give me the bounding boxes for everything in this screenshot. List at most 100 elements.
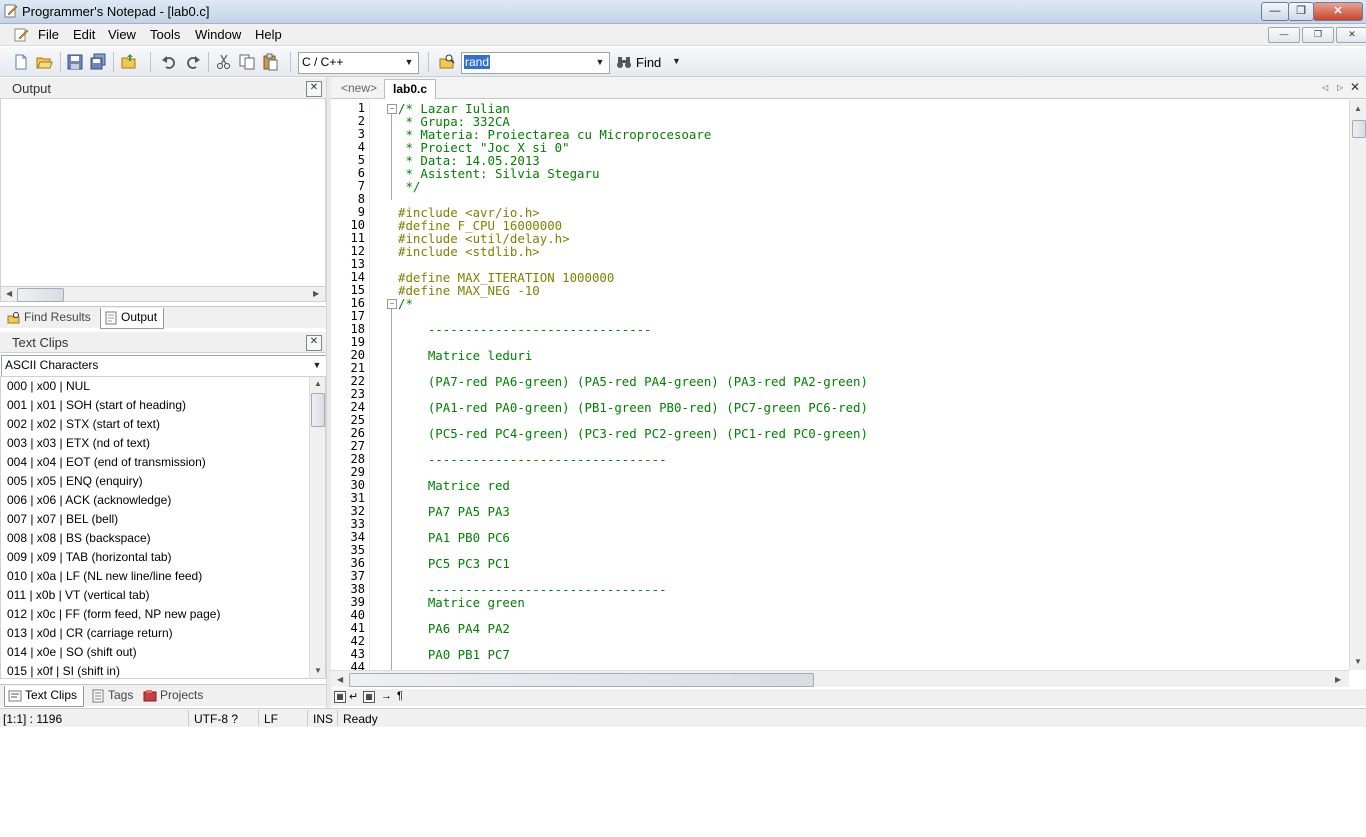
menu-view[interactable]: View: [108, 27, 136, 42]
output-content[interactable]: [0, 99, 326, 286]
menu-help[interactable]: Help: [255, 27, 282, 42]
list-item[interactable]: 001 | x01 | SOH (start of heading): [7, 398, 186, 412]
list-item[interactable]: 012 | x0c | FF (form feed, NP new page): [7, 607, 220, 621]
tab-scroll-left-icon[interactable]: ◁: [1322, 83, 1328, 92]
list-item[interactable]: 006 | x06 | ACK (acknowledge): [7, 493, 171, 507]
code-line[interactable]: (PA7-red PA6-green) (PA5-red PA4-green) …: [398, 375, 868, 388]
copy-icon[interactable]: [238, 53, 256, 71]
search-combo[interactable]: rand ▼: [461, 52, 610, 74]
menu-file[interactable]: File: [38, 27, 59, 42]
tab-new-document[interactable]: <new>: [333, 79, 385, 98]
scheme-select[interactable]: C / C++ ▼: [298, 52, 419, 74]
list-item[interactable]: 013 | x0d | CR (carriage return): [7, 626, 173, 640]
list-item[interactable]: 008 | x08 | BS (backspace): [7, 531, 151, 545]
minimize-button[interactable]: —: [1261, 2, 1289, 21]
open-file-icon[interactable]: [35, 53, 53, 71]
list-item[interactable]: 007 | x07 | BEL (bell): [7, 512, 118, 526]
close-button[interactable]: ✕: [1313, 2, 1363, 21]
code-line[interactable]: */: [398, 180, 420, 193]
close-document-icon[interactable]: ✕: [1350, 80, 1360, 94]
fold-toggle-icon[interactable]: −: [387, 104, 397, 114]
status-encoding[interactable]: UTF-8 ?: [194, 712, 238, 726]
new-file-icon[interactable]: [12, 53, 30, 71]
code-line[interactable]: #define MAX_NEG -10: [398, 284, 540, 297]
menu-tools[interactable]: Tools: [150, 27, 180, 42]
list-item[interactable]: 014 | x0e | SO (shift out): [7, 645, 137, 659]
tab-projects[interactable]: Projects: [140, 686, 209, 706]
save-icon[interactable]: [66, 53, 84, 71]
editor-horizontal-scrollbar[interactable]: ◀ ▶: [331, 670, 1349, 687]
code-line[interactable]: Matrice green: [398, 596, 525, 609]
undo-icon[interactable]: [160, 53, 178, 71]
whitespace-icon[interactable]: →: [381, 690, 392, 702]
code-line[interactable]: --------------------------------: [398, 453, 667, 466]
indent-guides-icon[interactable]: ▦: [363, 691, 375, 703]
tab-lab0-c[interactable]: lab0.c: [384, 79, 437, 99]
list-item[interactable]: 005 | x05 | ENQ (enquiry): [7, 474, 143, 488]
code-line[interactable]: PA7 PA5 PA3: [398, 505, 510, 518]
list-item[interactable]: 011 | x0b | VT (vertical tab): [7, 588, 150, 602]
editor-vertical-scrollbar[interactable]: ▲ ▼: [1349, 100, 1366, 670]
scroll-down-icon[interactable]: ▼: [1354, 657, 1362, 666]
code-line[interactable]: /*: [398, 297, 413, 310]
code-editor[interactable]: − − 1 2 3 4 5 6 7 8 9 10 11 12 13 14 15 16 17 18 19 20 21 22 2…: [331, 100, 1349, 670]
list-item[interactable]: 010 | x0a | LF (NL new line/line feed): [7, 569, 202, 583]
output-panel-close-icon[interactable]: ✕: [306, 81, 322, 97]
tab-find-results[interactable]: Find Results: [4, 308, 97, 328]
find-dropdown-arrow-icon[interactable]: ▼: [672, 56, 681, 66]
textclips-vertical-scrollbar[interactable]: ▲ ▼: [309, 377, 325, 678]
scroll-thumb[interactable]: [311, 393, 325, 427]
code-line[interactable]: PC5 PC3 PC1: [398, 557, 510, 570]
scroll-thumb[interactable]: [17, 288, 64, 302]
tab-output[interactable]: Output: [100, 308, 165, 329]
list-item[interactable]: 002 | x02 | STX (start of text): [7, 417, 160, 431]
maximize-button[interactable]: ❐: [1288, 2, 1314, 21]
scroll-down-icon[interactable]: ▼: [314, 666, 322, 675]
split-view-icon[interactable]: ▦: [334, 691, 346, 703]
title-bar[interactable]: Programmer's Notepad - [lab0.c] — ❐ ✕: [0, 0, 1366, 24]
mdi-minimize-button[interactable]: —: [1268, 27, 1300, 43]
scroll-thumb[interactable]: [1352, 120, 1366, 138]
code-line[interactable]: (PC5-red PC4-green) (PC3-red PC2-green) …: [398, 427, 868, 440]
scroll-left-icon[interactable]: ◀: [6, 289, 12, 298]
tab-scroll-right-icon[interactable]: ▷: [1337, 83, 1343, 92]
line-endings-icon[interactable]: ¶: [397, 690, 403, 702]
cut-icon[interactable]: [215, 53, 233, 71]
mdi-close-button[interactable]: ✕: [1336, 27, 1366, 43]
code-line[interactable]: (PA1-red PA0-green) (PB1-green PB0-red) …: [398, 401, 868, 414]
scroll-right-icon[interactable]: ▶: [313, 289, 319, 298]
status-eol[interactable]: LF: [264, 712, 278, 726]
list-item[interactable]: 009 | x09 | TAB (horizontal tab): [7, 550, 172, 564]
code-line[interactable]: * Asistent: Silvia Stegaru: [398, 167, 599, 180]
find-button[interactable]: Find: [636, 55, 661, 70]
list-item[interactable]: 004 | x04 | EOT (end of transmission): [7, 455, 206, 469]
redo-icon[interactable]: [184, 53, 202, 71]
code-line[interactable]: #include <stdlib.h>: [398, 245, 540, 258]
output-horizontal-scrollbar[interactable]: ◀ ▶: [0, 286, 326, 302]
menu-window[interactable]: Window: [195, 27, 241, 42]
paste-icon[interactable]: [261, 53, 279, 71]
find-in-files-icon[interactable]: [438, 53, 456, 71]
list-item[interactable]: 003 | x03 | ETX (nd of text): [7, 436, 150, 450]
textclips-category-select[interactable]: ASCII Characters ▼: [1, 355, 327, 377]
scroll-up-icon[interactable]: ▲: [314, 379, 322, 388]
tab-tags[interactable]: Tags: [88, 686, 139, 706]
code-line[interactable]: Matrice red: [398, 479, 510, 492]
menu-edit[interactable]: Edit: [73, 27, 95, 42]
textclips-panel-close-icon[interactable]: ✕: [306, 335, 322, 351]
fold-toggle-icon[interactable]: −: [387, 299, 397, 309]
scroll-left-icon[interactable]: ◀: [337, 675, 343, 684]
list-item[interactable]: 015 | x0f | SI (shift in): [7, 664, 120, 678]
scroll-right-icon[interactable]: ▶: [1335, 675, 1341, 684]
mdi-restore-button[interactable]: ❐: [1302, 27, 1334, 43]
search-input[interactable]: rand: [464, 55, 491, 69]
tab-text-clips[interactable]: Text Clips: [4, 686, 85, 707]
open-folder-icon[interactable]: [120, 53, 138, 71]
code-line[interactable]: PA6 PA4 PA2: [398, 622, 510, 635]
scroll-up-icon[interactable]: ▲: [1354, 104, 1362, 113]
code-line[interactable]: PA1 PB0 PC6: [398, 531, 510, 544]
list-item[interactable]: 000 | x00 | NUL: [7, 379, 90, 393]
code-line[interactable]: ------------------------------: [398, 323, 652, 336]
scroll-thumb[interactable]: [349, 673, 814, 687]
code-line[interactable]: PA0 PB1 PC7: [398, 648, 510, 661]
